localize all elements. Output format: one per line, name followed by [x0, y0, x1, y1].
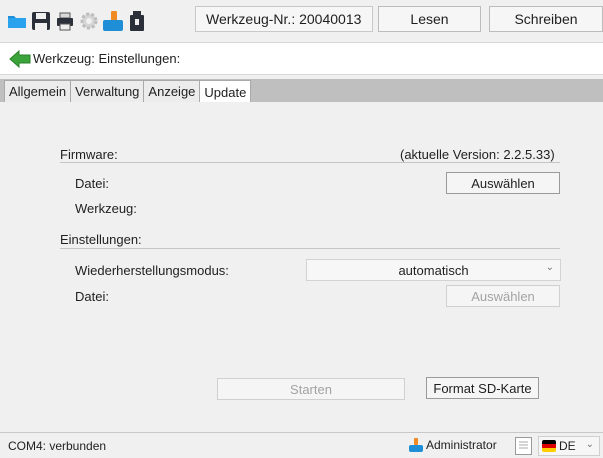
tab-verwaltung[interactable]: Verwaltung [70, 80, 145, 102]
user-name: Administrator [426, 438, 497, 452]
tool-label: Werkzeug: [75, 201, 137, 216]
settings-divider [60, 248, 560, 249]
chevron-down-icon: ⌄ [585, 439, 594, 450]
tab-anzeige[interactable]: Anzeige [143, 80, 201, 102]
tool-number-field: Werkzeug-Nr.: 20040013 [195, 6, 373, 32]
user-tool-icon[interactable] [102, 10, 124, 32]
toolbar-icons [6, 10, 148, 32]
restore-mode-select[interactable]: automatisch ⌄ [306, 259, 561, 281]
document-icon[interactable] [515, 437, 532, 455]
read-button[interactable]: Lesen [378, 6, 481, 32]
firmware-section-label: Firmware: [60, 147, 118, 162]
update-panel: Firmware: (aktuelle Version: 2.2.5.33) D… [4, 102, 603, 432]
restore-mode-label: Wiederherstellungsmodus: [75, 263, 229, 278]
gear-icon[interactable] [78, 10, 100, 32]
firmware-select-button[interactable]: Auswählen [446, 172, 560, 194]
status-bar: COM4: verbunden Administrator DE ⌄ [0, 432, 603, 458]
firmware-file-label: Datei: [75, 176, 109, 191]
back-arrow-icon[interactable] [9, 48, 31, 70]
save-icon[interactable] [30, 10, 52, 32]
german-flag-icon [542, 440, 556, 452]
format-sd-card-button[interactable]: Format SD-Karte [426, 377, 539, 399]
settings-file-label: Datei: [75, 289, 109, 304]
tab-update[interactable]: Update [199, 80, 252, 103]
start-button[interactable]: Starten [217, 378, 405, 400]
settings-select-button[interactable]: Auswählen [446, 285, 560, 307]
chevron-down-icon: ⌄ [545, 262, 554, 273]
user-icon [409, 438, 423, 452]
settings-section-label: Einstellungen: [60, 232, 142, 247]
user-indicator[interactable]: Administrator [408, 438, 497, 452]
language-select[interactable]: DE ⌄ [538, 436, 600, 456]
language-value: DE [559, 439, 576, 453]
page-title: Werkzeug: Einstellungen: [33, 51, 181, 66]
tab-strip: Allgemein Verwaltung Anzeige Update [0, 79, 603, 103]
usb-device-icon[interactable] [126, 10, 148, 32]
printer-icon[interactable] [54, 10, 76, 32]
page-header: Werkzeug: Einstellungen: [0, 42, 603, 75]
folder-icon[interactable] [6, 10, 28, 32]
write-button[interactable]: Schreiben [489, 6, 603, 32]
restore-mode-value: automatisch [398, 262, 469, 278]
current-version-text: (aktuelle Version: 2.2.5.33) [400, 147, 555, 162]
firmware-divider [60, 162, 560, 163]
connection-status: COM4: verbunden [8, 439, 107, 453]
toolbar: Werkzeug-Nr.: 20040013 Lesen Schreiben [0, 0, 603, 42]
tab-allgemein[interactable]: Allgemein [4, 80, 72, 102]
